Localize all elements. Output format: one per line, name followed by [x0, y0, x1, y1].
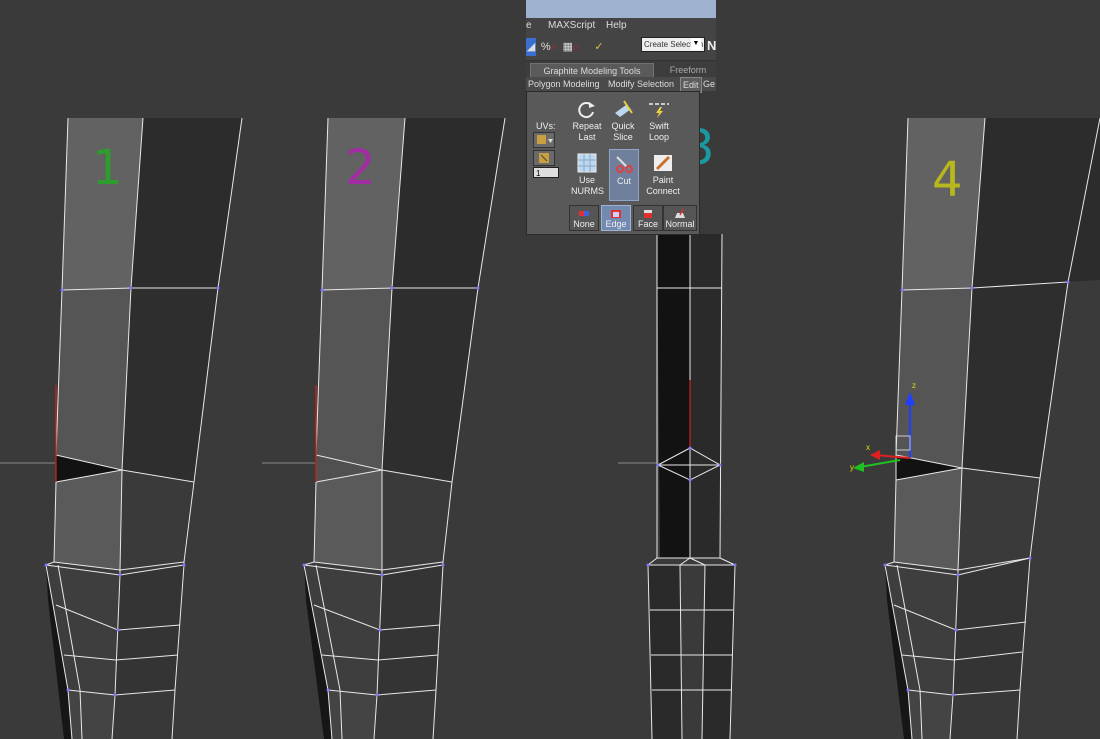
- paint-connect-icon: [654, 155, 672, 171]
- quick-slice-label-2: Slice: [613, 132, 633, 142]
- spinner-snap-icon[interactable]: ▦∩: [562, 38, 580, 56]
- nurms-grid-icon: [577, 153, 597, 173]
- menu-item-edit[interactable]: e: [526, 18, 532, 34]
- paint-connect-label-1: Paint: [652, 175, 674, 185]
- repeat-last-label-2: Last: [578, 132, 596, 142]
- repeat-last-button[interactable]: Repeat Last: [571, 95, 603, 147]
- paint-connect-button[interactable]: Paint Connect: [643, 149, 683, 201]
- cut-icon: [616, 156, 633, 173]
- use-nurms-label-2: NURMS: [571, 186, 604, 196]
- select-mode-edge-label: Edge: [605, 219, 627, 229]
- swift-loop-icon: [649, 103, 669, 118]
- annotation-1: 1: [92, 140, 123, 196]
- graphite-ribbon-window: e MAXScript Help ◢ %∩ ▦∩ ✓ Create Select…: [526, 0, 716, 235]
- uv-channel-spinner[interactable]: 1: [533, 167, 559, 178]
- uv-tweak-button[interactable]: [533, 150, 555, 166]
- menu-bar: e MAXScript Help: [526, 18, 716, 34]
- annotation-4: 4: [932, 152, 963, 208]
- select-icon[interactable]: ◢: [526, 38, 536, 56]
- uvs-label: UVs:: [536, 121, 556, 131]
- menu-item-maxscript[interactable]: MAXScript: [548, 18, 595, 34]
- axis-z-label: z: [912, 381, 916, 390]
- axis-x-label: x: [866, 443, 870, 452]
- select-mode-face[interactable]: Face: [633, 205, 663, 231]
- select-mode-normal[interactable]: Normal: [663, 205, 697, 231]
- paint-connect-label-2: Connect: [646, 186, 680, 196]
- cut-label: Cut: [616, 176, 631, 186]
- select-mode-face-label: Face: [637, 219, 658, 229]
- select-mode-none[interactable]: None: [569, 205, 599, 231]
- mirror-icon[interactable]: N: [707, 38, 716, 53]
- use-nurms-label-1: Use: [578, 175, 595, 185]
- tab-graphite-modeling-tools[interactable]: Graphite Modeling Tools: [530, 63, 654, 78]
- axis-y-label: y: [850, 463, 854, 472]
- quick-slice-button[interactable]: Quick Slice: [607, 95, 639, 147]
- tab-freeform[interactable]: Freeform: [664, 63, 712, 77]
- edge-mode-icon: [611, 210, 621, 218]
- subtab-geometry[interactable]: Ge: [703, 77, 715, 91]
- subtab-modify-selection[interactable]: Modify Selection: [608, 77, 674, 91]
- main-toolbar: ◢ %∩ ▦∩ ✓ Create Selection Se ▼ N: [526, 34, 716, 61]
- select-mode-normal-label: Normal: [665, 219, 695, 229]
- subtab-polygon-modeling[interactable]: Polygon Modeling: [528, 77, 600, 91]
- title-bar: [526, 0, 716, 18]
- repeat-icon: [578, 102, 595, 119]
- uv-map-icon: [537, 135, 553, 144]
- swift-loop-label-1: Swift: [649, 121, 669, 131]
- use-nurms-button[interactable]: Use NURMS: [571, 149, 604, 201]
- repeat-last-label-1: Repeat: [572, 121, 602, 131]
- annotation-2: 2: [345, 140, 376, 196]
- cut-button[interactable]: Cut: [609, 149, 639, 201]
- select-mode-edge[interactable]: Edge: [601, 205, 631, 231]
- menu-item-help[interactable]: Help: [606, 18, 627, 34]
- edit-panel: UVs: 1 Repeat Last Quick Slice Swift Loo…: [526, 91, 700, 235]
- percent-snap-icon[interactable]: %∩: [540, 38, 558, 56]
- select-mode-none-label: None: [573, 219, 595, 229]
- swift-loop-button[interactable]: Swift Loop: [643, 95, 675, 147]
- uv-tweak-icon: [539, 153, 549, 163]
- none-mode-icon: [579, 211, 589, 216]
- uv-mapping-button[interactable]: [533, 132, 555, 148]
- swift-loop-label-2: Loop: [648, 132, 670, 142]
- chevron-down-icon[interactable]: ▼: [691, 38, 701, 50]
- edit-named-selection-icon[interactable]: ✓: [590, 38, 608, 56]
- ribbon-tab-bar: Graphite Modeling Tools Freeform: [526, 62, 716, 78]
- ribbon-subtab-bar: Polygon Modeling Modify Selection Edit G…: [526, 77, 716, 93]
- normal-mode-icon: [675, 208, 685, 218]
- face-mode-icon: [644, 210, 652, 218]
- quick-slice-label-1: Quick: [611, 121, 635, 131]
- quick-slice-icon: [615, 100, 633, 117]
